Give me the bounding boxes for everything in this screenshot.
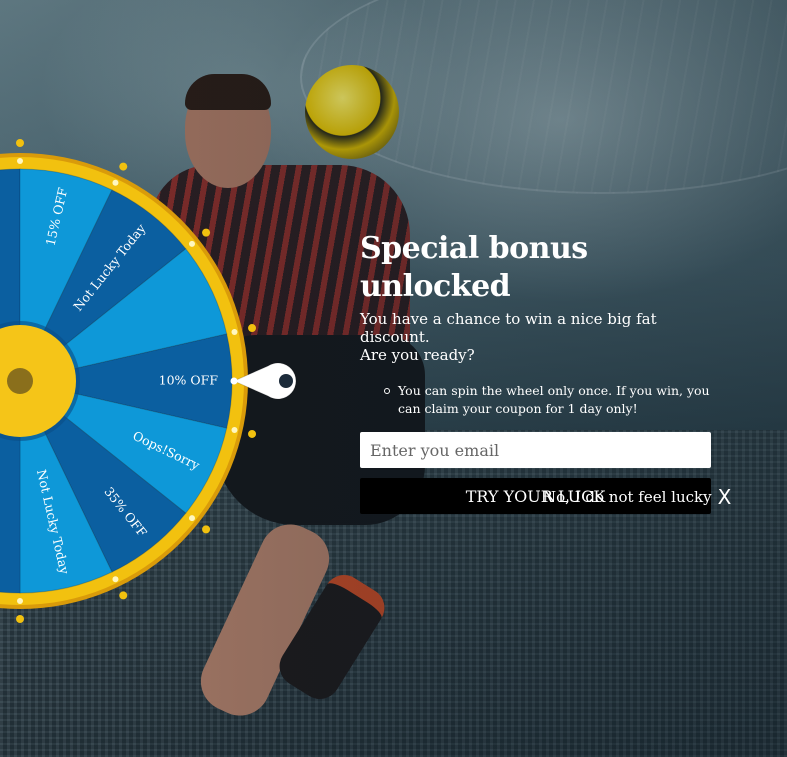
prize-wheel[interactable]: 10% OFFOops!Sorry35% OFFNot Lucky TodayO… <box>0 0 330 757</box>
rules-list: You can spin the wheel only once. If you… <box>360 382 730 418</box>
wheel-marker <box>16 615 24 623</box>
wheel-peg <box>17 158 23 164</box>
wheel-peg <box>231 329 238 336</box>
popup-content: Special bonus unlocked You have a chance… <box>360 230 730 514</box>
popup-title: Special bonus unlocked <box>360 231 588 304</box>
close-icon[interactable]: X <box>718 487 732 507</box>
wheel-marker <box>248 324 257 333</box>
email-field[interactable] <box>360 432 711 468</box>
wheel-pointer-tip <box>230 377 238 385</box>
wheel-marker <box>119 162 128 171</box>
wheel-marker <box>16 139 24 147</box>
rule-item: You can spin the wheel only once. If you… <box>384 382 730 418</box>
wheel-peg <box>112 576 119 583</box>
wheel-slice-label: 10% OFF <box>159 373 219 388</box>
wheel-marker <box>202 525 211 534</box>
wheel-peg <box>189 240 196 247</box>
wheel-peg <box>231 426 238 433</box>
decline-label: No, I do not feel lucky <box>543 488 712 506</box>
wheel-marker <box>119 591 128 600</box>
wheel-marker <box>202 228 211 237</box>
wheel-hub-center <box>7 368 33 394</box>
wheel-pointer-knob <box>279 374 293 388</box>
subtitle-line-1: You have a chance to win a nice big fat … <box>360 310 657 346</box>
wheel-peg <box>112 179 119 186</box>
decline-link[interactable]: No, I do not feel lucky X <box>543 487 731 507</box>
wheel-graphic: 10% OFFOops!Sorry35% OFFNot Lucky TodayO… <box>0 139 297 623</box>
subtitle-line-2: Are you ready? <box>360 346 475 364</box>
popup-subtitle: You have a chance to win a nice big fat … <box>360 310 730 364</box>
wheel-peg <box>17 598 23 604</box>
wheel-marker <box>248 429 257 438</box>
wheel-peg <box>189 515 196 522</box>
